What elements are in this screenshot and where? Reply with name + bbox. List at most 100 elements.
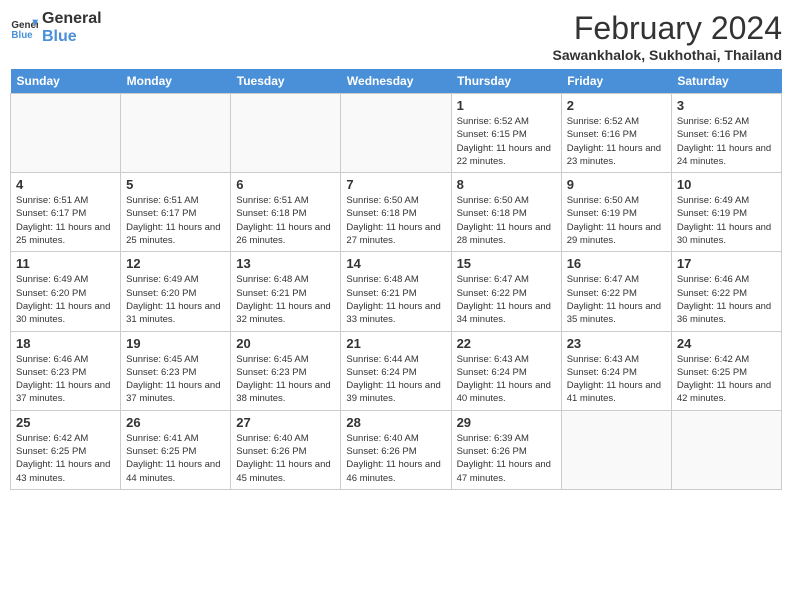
- calendar-cell: 10 Sunrise: 6:49 AMSunset: 6:19 PMDayligh…: [671, 173, 781, 252]
- day-number: 1: [457, 98, 556, 113]
- day-number: 22: [457, 336, 556, 351]
- calendar-cell: 5 Sunrise: 6:51 AMSunset: 6:17 PMDaylight…: [121, 173, 231, 252]
- day-number: 4: [16, 177, 115, 192]
- calendar-cell: 18 Sunrise: 6:46 AMSunset: 6:23 PMDayligh…: [11, 331, 121, 410]
- day-info: Sunrise: 6:52 AMSunset: 6:15 PMDaylight:…: [457, 115, 556, 168]
- day-info: Sunrise: 6:46 AMSunset: 6:23 PMDaylight:…: [16, 353, 115, 406]
- day-number: 7: [346, 177, 445, 192]
- day-number: 29: [457, 415, 556, 430]
- weekday-header-friday: Friday: [561, 69, 671, 94]
- day-info: Sunrise: 6:40 AMSunset: 6:26 PMDaylight:…: [346, 432, 445, 485]
- day-info: Sunrise: 6:39 AMSunset: 6:26 PMDaylight:…: [457, 432, 556, 485]
- calendar-cell: 21 Sunrise: 6:44 AMSunset: 6:24 PMDayligh…: [341, 331, 451, 410]
- day-number: 28: [346, 415, 445, 430]
- logo-general: General: [42, 10, 102, 28]
- calendar-cell: 24Sunrise: 6:42 AMSunset: 6:25 PMDayligh…: [671, 331, 781, 410]
- calendar-cell: 9 Sunrise: 6:50 AMSunset: 6:19 PMDaylight…: [561, 173, 671, 252]
- day-number: 15: [457, 256, 556, 271]
- calendar-cell: 17 Sunrise: 6:46 AMSunset: 6:22 PMDayligh…: [671, 252, 781, 331]
- day-info: Sunrise: 6:48 AMSunset: 6:21 PMDaylight:…: [346, 273, 445, 326]
- calendar-cell: 13Sunrise: 6:48 AMSunset: 6:21 PMDayligh…: [231, 252, 341, 331]
- day-info: Sunrise: 6:45 AMSunset: 6:23 PMDaylight:…: [126, 353, 225, 406]
- day-number: 24: [677, 336, 776, 351]
- day-number: 8: [457, 177, 556, 192]
- day-info: Sunrise: 6:50 AMSunset: 6:19 PMDaylight:…: [567, 194, 666, 247]
- day-info: Sunrise: 6:43 AMSunset: 6:24 PMDaylight:…: [567, 353, 666, 406]
- svg-text:Blue: Blue: [11, 30, 33, 41]
- page-header: General Blue General Blue February 2024 …: [10, 10, 782, 63]
- day-number: 11: [16, 256, 115, 271]
- calendar-cell: 25 Sunrise: 6:42 AMSunset: 6:25 PMDayligh…: [11, 410, 121, 489]
- day-info: Sunrise: 6:41 AMSunset: 6:25 PMDaylight:…: [126, 432, 225, 485]
- day-info: Sunrise: 6:50 AMSunset: 6:18 PMDaylight:…: [457, 194, 556, 247]
- day-number: 21: [346, 336, 445, 351]
- day-info: Sunrise: 6:42 AMSunset: 6:25 PMDaylight:…: [16, 432, 115, 485]
- calendar-cell: 3Sunrise: 6:52 AMSunset: 6:16 PMDaylight…: [671, 94, 781, 173]
- calendar-cell: 23Sunrise: 6:43 AMSunset: 6:24 PMDayligh…: [561, 331, 671, 410]
- weekday-header-monday: Monday: [121, 69, 231, 94]
- day-info: Sunrise: 6:46 AMSunset: 6:22 PMDaylight:…: [677, 273, 776, 326]
- day-number: 9: [567, 177, 666, 192]
- day-number: 16: [567, 256, 666, 271]
- day-number: 17: [677, 256, 776, 271]
- calendar-cell: 29 Sunrise: 6:39 AMSunset: 6:26 PMDayligh…: [451, 410, 561, 489]
- calendar-cell: [231, 94, 341, 173]
- weekday-header-sunday: Sunday: [11, 69, 121, 94]
- weekday-header-row: SundayMondayTuesdayWednesdayThursdayFrid…: [11, 69, 782, 94]
- calendar-cell: 15Sunrise: 6:47 AMSunset: 6:22 PMDayligh…: [451, 252, 561, 331]
- day-info: Sunrise: 6:40 AMSunset: 6:26 PMDaylight:…: [236, 432, 335, 485]
- calendar-cell: 16 Sunrise: 6:47 AMSunset: 6:22 PMDayligh…: [561, 252, 671, 331]
- calendar-cell: 27 Sunrise: 6:40 AMSunset: 6:26 PMDayligh…: [231, 410, 341, 489]
- week-row-3: 18 Sunrise: 6:46 AMSunset: 6:23 PMDayligh…: [11, 331, 782, 410]
- week-row-4: 25 Sunrise: 6:42 AMSunset: 6:25 PMDayligh…: [11, 410, 782, 489]
- day-info: Sunrise: 6:52 AMSunset: 6:16 PMDaylight:…: [677, 115, 776, 168]
- day-number: 6: [236, 177, 335, 192]
- day-info: Sunrise: 6:44 AMSunset: 6:24 PMDaylight:…: [346, 353, 445, 406]
- calendar-cell: 22 Sunrise: 6:43 AMSunset: 6:24 PMDayligh…: [451, 331, 561, 410]
- day-info: Sunrise: 6:49 AMSunset: 6:19 PMDaylight:…: [677, 194, 776, 247]
- day-info: Sunrise: 6:52 AMSunset: 6:16 PMDaylight:…: [567, 115, 666, 168]
- calendar-cell: 7 Sunrise: 6:50 AMSunset: 6:18 PMDaylight…: [341, 173, 451, 252]
- day-info: Sunrise: 6:43 AMSunset: 6:24 PMDaylight:…: [457, 353, 556, 406]
- calendar-cell: 2 Sunrise: 6:52 AMSunset: 6:16 PMDaylight…: [561, 94, 671, 173]
- day-number: 27: [236, 415, 335, 430]
- calendar-cell: 8 Sunrise: 6:50 AMSunset: 6:18 PMDaylight…: [451, 173, 561, 252]
- calendar-cell: 1 Sunrise: 6:52 AMSunset: 6:15 PMDaylight…: [451, 94, 561, 173]
- day-info: Sunrise: 6:48 AMSunset: 6:21 PMDaylight:…: [236, 273, 335, 326]
- weekday-header-thursday: Thursday: [451, 69, 561, 94]
- day-number: 26: [126, 415, 225, 430]
- day-number: 10: [677, 177, 776, 192]
- month-year-title: February 2024: [553, 10, 783, 47]
- calendar-cell: [121, 94, 231, 173]
- weekday-header-saturday: Saturday: [671, 69, 781, 94]
- day-number: 2: [567, 98, 666, 113]
- calendar-cell: [671, 410, 781, 489]
- title-block: February 2024 Sawankhalok, Sukhothai, Th…: [553, 10, 783, 63]
- day-number: 14: [346, 256, 445, 271]
- week-row-1: 4 Sunrise: 6:51 AMSunset: 6:17 PMDaylight…: [11, 173, 782, 252]
- day-info: Sunrise: 6:45 AMSunset: 6:23 PMDaylight:…: [236, 353, 335, 406]
- day-info: Sunrise: 6:51 AMSunset: 6:17 PMDaylight:…: [16, 194, 115, 247]
- location-subtitle: Sawankhalok, Sukhothai, Thailand: [553, 47, 783, 63]
- calendar-cell: 12Sunrise: 6:49 AMSunset: 6:20 PMDayligh…: [121, 252, 231, 331]
- day-info: Sunrise: 6:51 AMSunset: 6:17 PMDaylight:…: [126, 194, 225, 247]
- weekday-header-tuesday: Tuesday: [231, 69, 341, 94]
- calendar-cell: [341, 94, 451, 173]
- day-info: Sunrise: 6:50 AMSunset: 6:18 PMDaylight:…: [346, 194, 445, 247]
- day-number: 5: [126, 177, 225, 192]
- logo-icon: General Blue: [10, 14, 38, 42]
- day-info: Sunrise: 6:47 AMSunset: 6:22 PMDaylight:…: [567, 273, 666, 326]
- day-number: 20: [236, 336, 335, 351]
- day-number: 18: [16, 336, 115, 351]
- calendar-cell: 28 Sunrise: 6:40 AMSunset: 6:26 PMDayligh…: [341, 410, 451, 489]
- logo-blue: Blue: [42, 28, 102, 46]
- week-row-0: 1 Sunrise: 6:52 AMSunset: 6:15 PMDaylight…: [11, 94, 782, 173]
- calendar-cell: [11, 94, 121, 173]
- calendar-cell: 4 Sunrise: 6:51 AMSunset: 6:17 PMDaylight…: [11, 173, 121, 252]
- calendar-cell: 11Sunrise: 6:49 AMSunset: 6:20 PMDayligh…: [11, 252, 121, 331]
- weekday-header-wednesday: Wednesday: [341, 69, 451, 94]
- logo: General Blue General Blue: [10, 10, 102, 46]
- week-row-2: 11Sunrise: 6:49 AMSunset: 6:20 PMDayligh…: [11, 252, 782, 331]
- day-number: 25: [16, 415, 115, 430]
- day-number: 19: [126, 336, 225, 351]
